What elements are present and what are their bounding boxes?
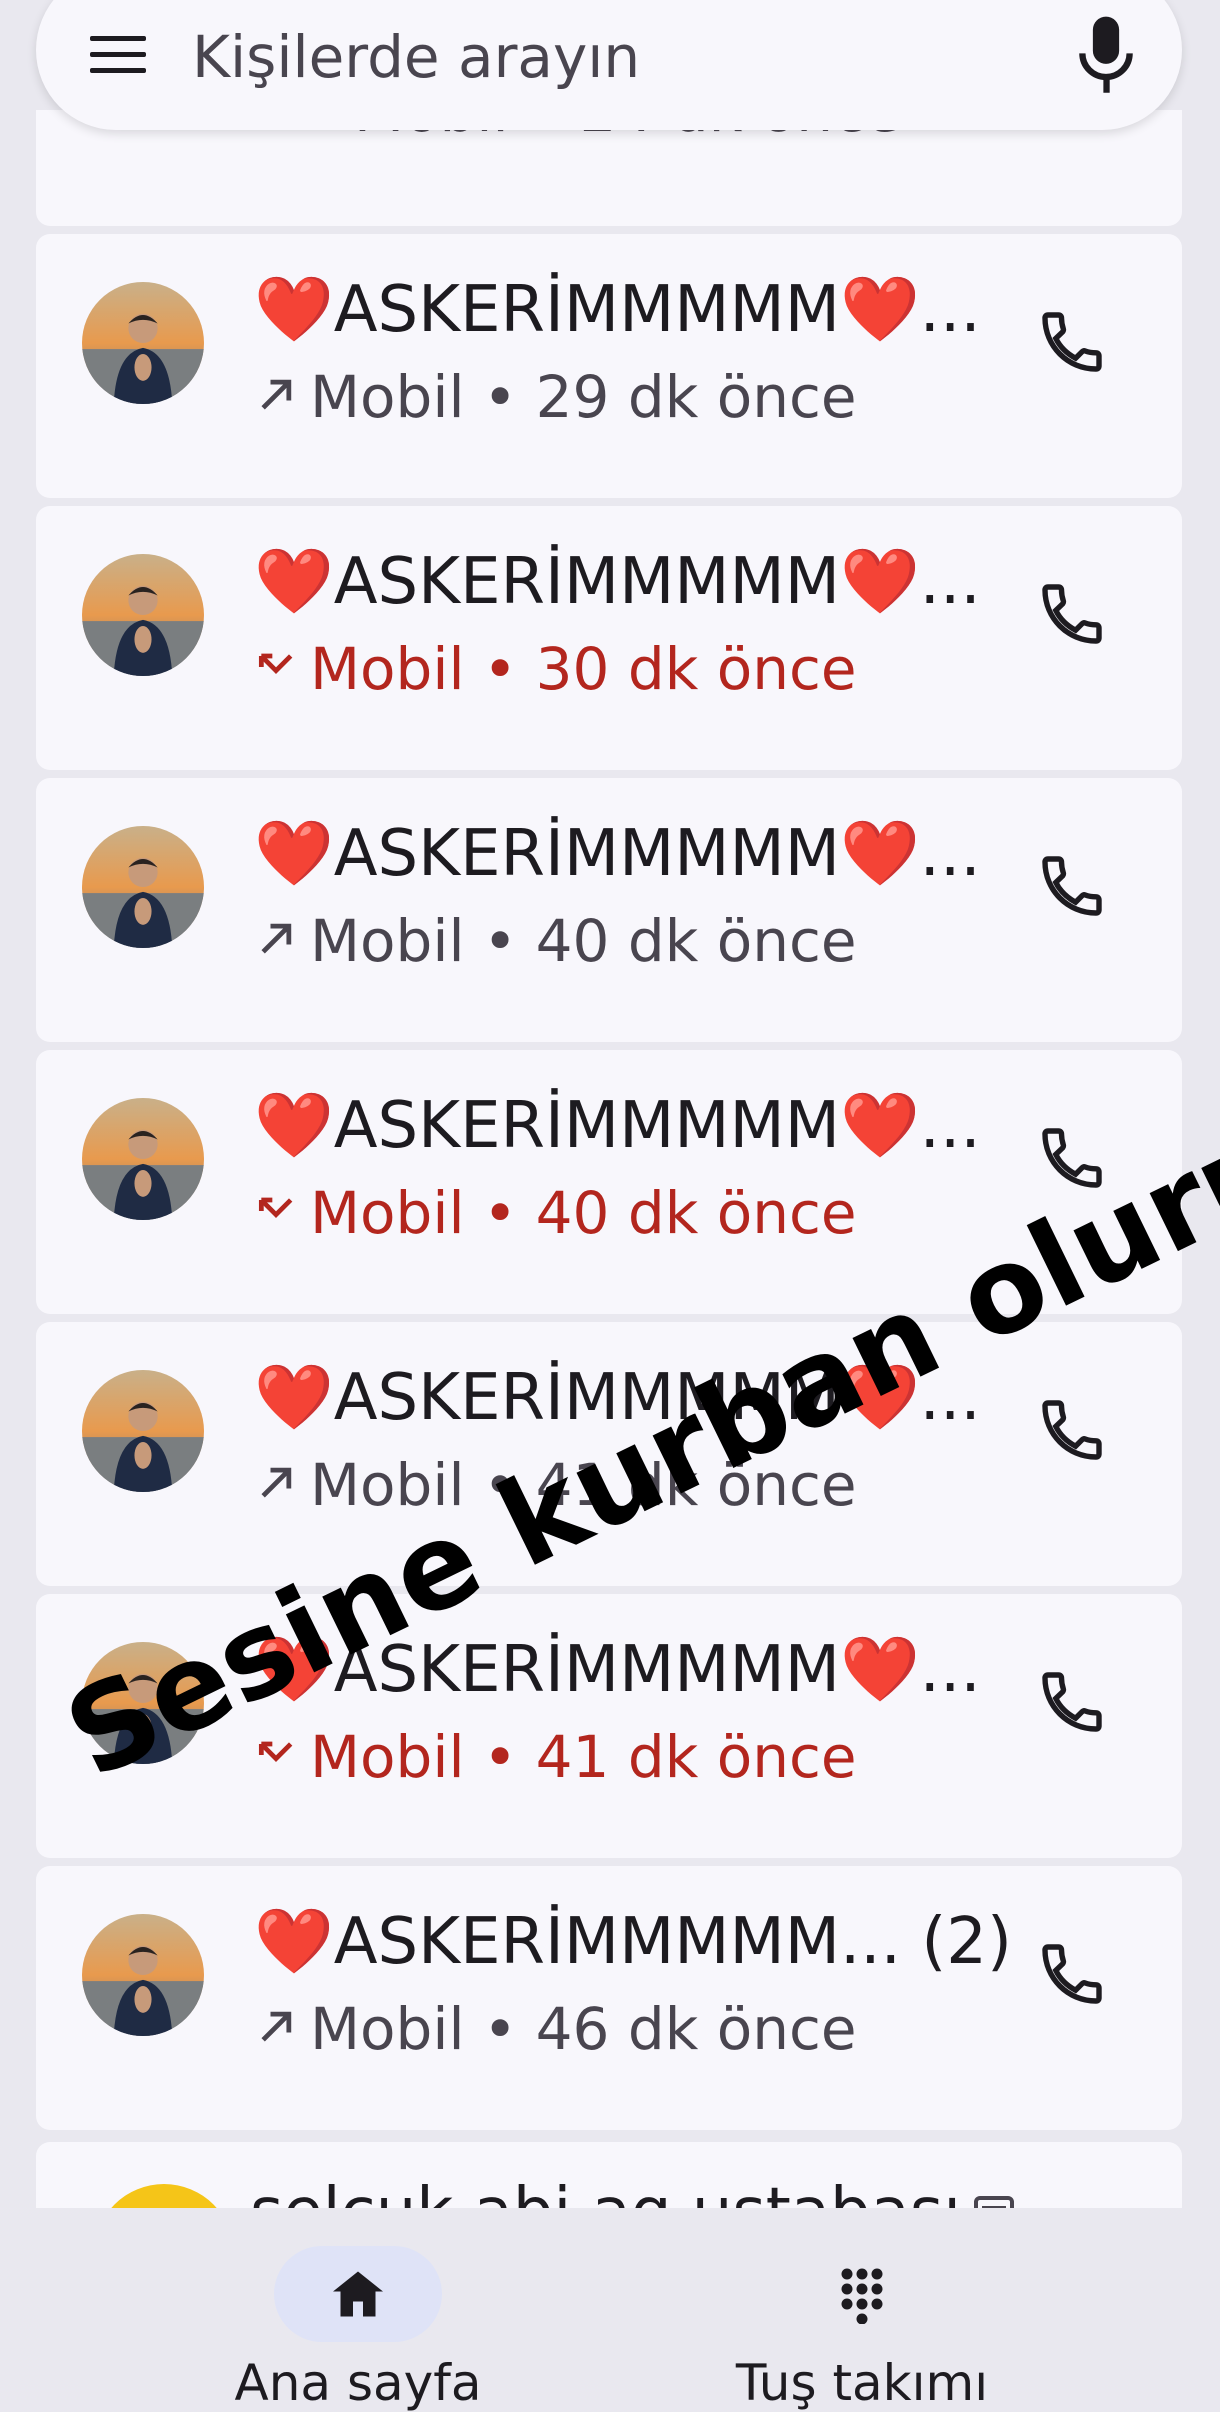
phone-icon[interactable]: [1036, 578, 1108, 650]
avatar: [82, 1370, 204, 1492]
menu-icon[interactable]: [90, 36, 146, 84]
call-meta: Mobil • 40 dk önce: [254, 912, 857, 970]
call-detail: Mobil • 46 dk önce: [310, 1995, 857, 2063]
avatar: [82, 1914, 204, 2036]
missed-call-icon: [254, 1184, 310, 1242]
phone-icon[interactable]: [1036, 1938, 1108, 2010]
dialpad-icon: [841, 2268, 883, 2324]
phone-icon[interactable]: [1036, 1666, 1108, 1738]
call-detail: Mobil • 41 dk önce: [310, 1723, 857, 1791]
tab-keypad[interactable]: Tuş takımı: [612, 2226, 1112, 2408]
home-icon: [333, 2271, 383, 2317]
phone-icon[interactable]: [1036, 1394, 1108, 1466]
search-bar[interactable]: Kişilerde arayın: [36, 0, 1182, 130]
contact-name: ❤️ASKERİMMMMM❤️...: [254, 545, 981, 619]
avatar: [82, 282, 204, 404]
tab-keypad-label: Tuş takımı: [735, 2354, 989, 2412]
outgoing-call-icon: [254, 368, 310, 426]
call-meta: Mobil • 40 dk önce: [254, 1184, 857, 1242]
missed-call-icon: [254, 640, 310, 698]
call-item[interactable]: ❤️ASKERİMMMMM❤️... Mobil • 40 dk önce: [36, 778, 1182, 1042]
contact-name: ❤️ASKERİMMMMM❤️...: [254, 1089, 981, 1163]
call-detail: Mobil • 40 dk önce: [310, 907, 857, 975]
call-meta: Mobil • 46 dk önce: [254, 2000, 857, 2058]
bottom-navigation: Ana sayfa Tuş takımı: [0, 2208, 1220, 2408]
outgoing-call-icon: [254, 2000, 310, 2058]
phone-icon[interactable]: [1036, 850, 1108, 922]
call-item[interactable]: ❤️ASKERİMMMMM❤️... Mobil • 29 dk önce: [36, 234, 1182, 498]
search-input[interactable]: Kişilerde arayın: [192, 28, 640, 86]
phone-icon[interactable]: [1036, 306, 1108, 378]
call-detail: Mobil • 29 dk önce: [310, 363, 857, 431]
call-item[interactable]: ❤️ASKERİMMMMM❤️... Mobil • 30 dk önce: [36, 506, 1182, 770]
tab-home-label: Ana sayfa: [234, 2354, 482, 2412]
call-meta: Mobil • 29 dk önce: [254, 368, 857, 426]
call-item[interactable]: ❤️ASKERİMMMMM... (2) Mobil • 46 dk önce: [36, 1866, 1182, 2130]
avatar: [82, 554, 204, 676]
call-meta: Mobil • 30 dk önce: [254, 640, 857, 698]
outgoing-call-icon: [254, 912, 310, 970]
avatar: [82, 1098, 204, 1220]
call-detail: Mobil • 40 dk önce: [310, 1179, 857, 1247]
contact-name: ❤️ASKERİMMMMM... (2): [254, 1905, 1012, 1979]
call-meta: Mobil • 41 dk önce: [254, 1728, 857, 1786]
contact-name: ❤️ASKERİMMMMM❤️...: [254, 817, 981, 891]
call-detail: Mobil • 30 dk önce: [310, 635, 857, 703]
contact-name: ❤️ASKERİMMMMM❤️...: [254, 273, 981, 347]
mic-icon[interactable]: [1074, 14, 1138, 98]
avatar: [82, 826, 204, 948]
missed-call-icon: [254, 1728, 310, 1786]
tab-home[interactable]: Ana sayfa: [108, 2226, 608, 2408]
outgoing-call-icon: [254, 1456, 310, 1514]
